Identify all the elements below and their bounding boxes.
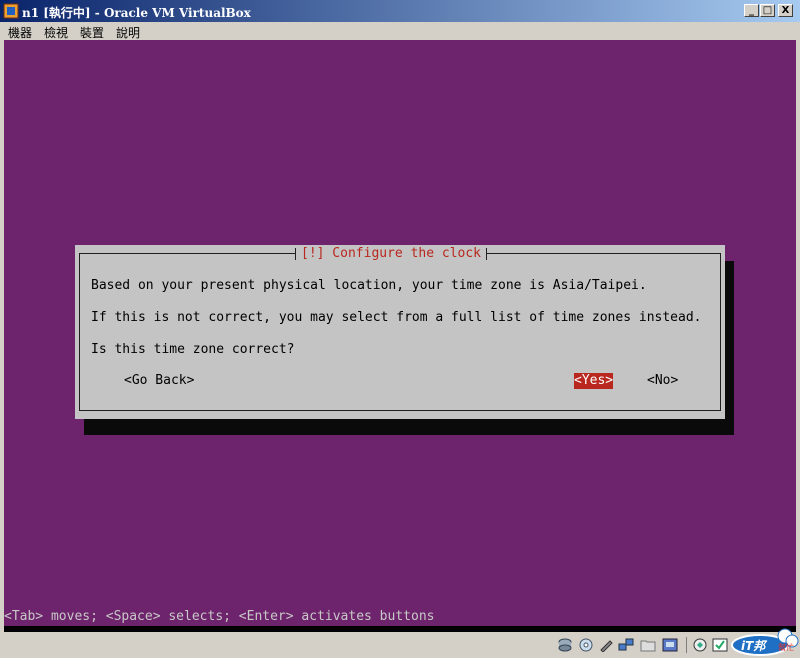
svg-text:幫忙: 幫忙: [778, 642, 794, 652]
menu-bar: 機器 檢視 裝置 說明: [0, 22, 800, 40]
status-bar: iT邦 幫忙: [0, 628, 800, 658]
window-title: n1 [執行中] - Oracle VM VirtualBox: [22, 6, 251, 20]
cd-rom-icon[interactable]: [578, 638, 594, 652]
svg-text:iT邦: iT邦: [741, 639, 768, 653]
configure-clock-dialog: [!] Configure the clock Based on your pr…: [75, 245, 725, 419]
status-separator: [686, 637, 687, 653]
menu-item-devices[interactable]: 裝置: [80, 24, 104, 41]
hard-disk-icon[interactable]: [557, 638, 573, 652]
dialog-line-full-list: If this is not correct, you may select f…: [91, 310, 702, 325]
menu-item-machine[interactable]: 機器: [8, 24, 32, 41]
dialog-question: Is this time zone correct?: [91, 342, 295, 357]
minimize-button[interactable]: _: [744, 4, 759, 17]
menu-item-view[interactable]: 檢視: [44, 24, 68, 41]
shared-folder-icon[interactable]: [640, 638, 656, 652]
usb-icon[interactable]: [598, 638, 614, 652]
no-button[interactable]: <No>: [647, 373, 678, 389]
window-title-bar[interactable]: n1 [執行中] - Oracle VM VirtualBox _ □ X: [0, 0, 800, 22]
yes-button[interactable]: <Yes>: [574, 373, 614, 389]
dialog-title: [!] Configure the clock: [295, 246, 488, 262]
menu-item-help[interactable]: 說明: [116, 24, 140, 41]
virtualization-icon[interactable]: [692, 638, 708, 652]
display-icon[interactable]: [662, 638, 678, 652]
go-back-button[interactable]: <Go Back>: [124, 373, 194, 389]
ithome-watermark-logo: iT邦 幫忙: [731, 628, 799, 656]
dialog-line-location: Based on your present physical location,…: [91, 278, 647, 293]
host-key-icon[interactable]: [712, 638, 728, 652]
maximize-button[interactable]: □: [760, 4, 775, 17]
network-icon[interactable]: [618, 638, 634, 652]
vm-screen[interactable]: [!] Configure the clock Based on your pr…: [4, 40, 796, 632]
virtualbox-app-icon: [3, 3, 19, 19]
keyboard-hint: <Tab> moves; <Space> selects; <Enter> ac…: [4, 609, 435, 624]
close-button[interactable]: X: [778, 4, 793, 17]
